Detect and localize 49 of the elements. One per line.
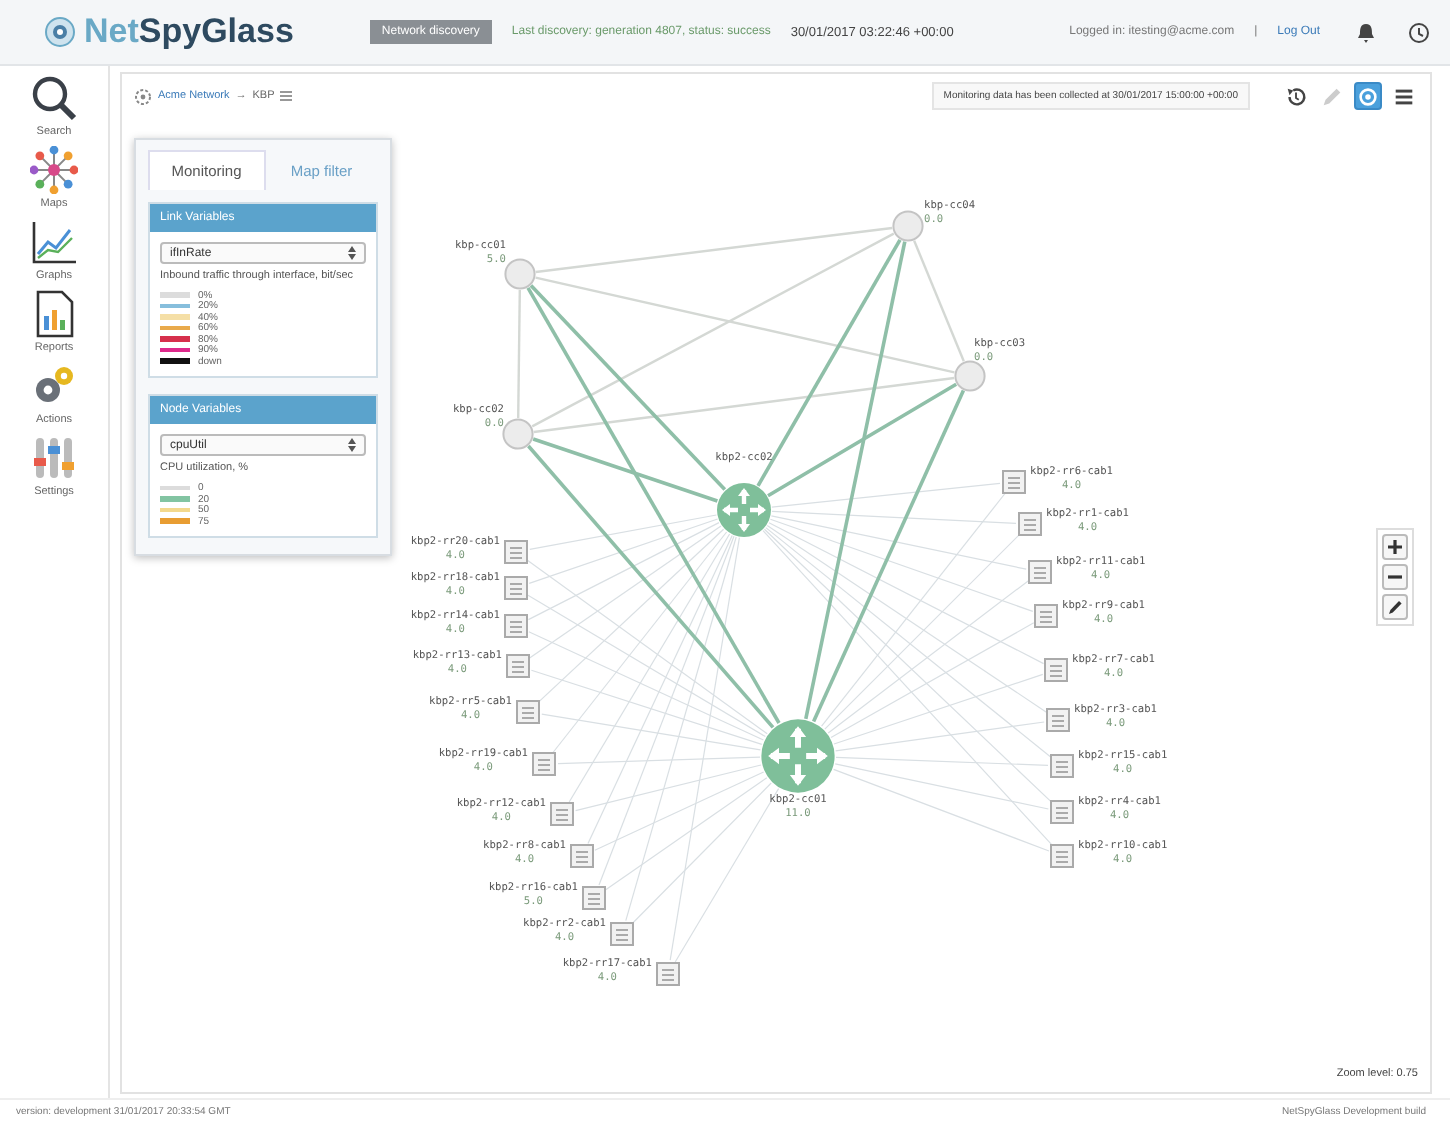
history-button[interactable] (1282, 82, 1310, 110)
pencil-button[interactable] (1382, 594, 1408, 620)
switch-icon[interactable] (550, 802, 574, 826)
switch-icon[interactable] (610, 922, 634, 946)
graphs-icon[interactable] (30, 218, 78, 266)
bell-icon[interactable] (1356, 21, 1376, 43)
dropdown-caret-icon (348, 246, 356, 260)
node-circle-icon[interactable] (504, 258, 536, 290)
switch-icon[interactable] (1050, 754, 1074, 778)
switch-icon[interactable] (504, 540, 528, 564)
switch-icon[interactable] (1046, 708, 1070, 732)
switch-icon[interactable] (1050, 844, 1074, 868)
zoom-in-icon (1386, 538, 1404, 556)
view-button[interactable] (1354, 82, 1382, 110)
pencil-icon (1386, 598, 1404, 616)
clock-icon[interactable] (1408, 21, 1430, 43)
menu-icon[interactable] (280, 90, 293, 102)
switch-icon[interactable] (516, 700, 540, 724)
node-circle-icon[interactable] (892, 210, 924, 242)
switch-icon[interactable] (1002, 470, 1026, 494)
switch-icon[interactable] (656, 962, 680, 986)
switch-icon[interactable] (506, 654, 530, 678)
view-icon (1356, 83, 1380, 109)
search-icon[interactable] (30, 74, 78, 122)
switch-icon[interactable] (532, 752, 556, 776)
switch-icon[interactable] (1044, 658, 1068, 682)
app-logo[interactable]: NetSpyGlass (84, 12, 294, 52)
logo-icon (44, 16, 76, 48)
zoom-out-button[interactable] (1382, 564, 1408, 590)
maps-icon[interactable] (30, 146, 78, 194)
switch-icon[interactable] (1050, 800, 1074, 824)
node-circle-icon[interactable] (502, 418, 534, 450)
zoom-in-button[interactable] (1382, 534, 1408, 560)
history-icon (1284, 83, 1308, 109)
router-icon[interactable] (716, 482, 772, 538)
switch-icon[interactable] (504, 576, 528, 600)
network-icon (134, 87, 152, 105)
switch-icon[interactable] (1028, 560, 1052, 584)
switch-icon[interactable] (570, 844, 594, 868)
switch-icon[interactable] (504, 614, 528, 638)
switch-icon[interactable] (1018, 512, 1042, 536)
dropdown-caret-icon (348, 438, 356, 453)
router-icon[interactable] (760, 718, 836, 794)
pencil-icon (1320, 83, 1344, 109)
node-circle-icon[interactable] (954, 360, 986, 392)
connection-line (517, 290, 521, 418)
switch-icon[interactable] (582, 886, 606, 910)
switch-icon[interactable] (1034, 604, 1058, 628)
settings-icon[interactable] (30, 434, 78, 482)
